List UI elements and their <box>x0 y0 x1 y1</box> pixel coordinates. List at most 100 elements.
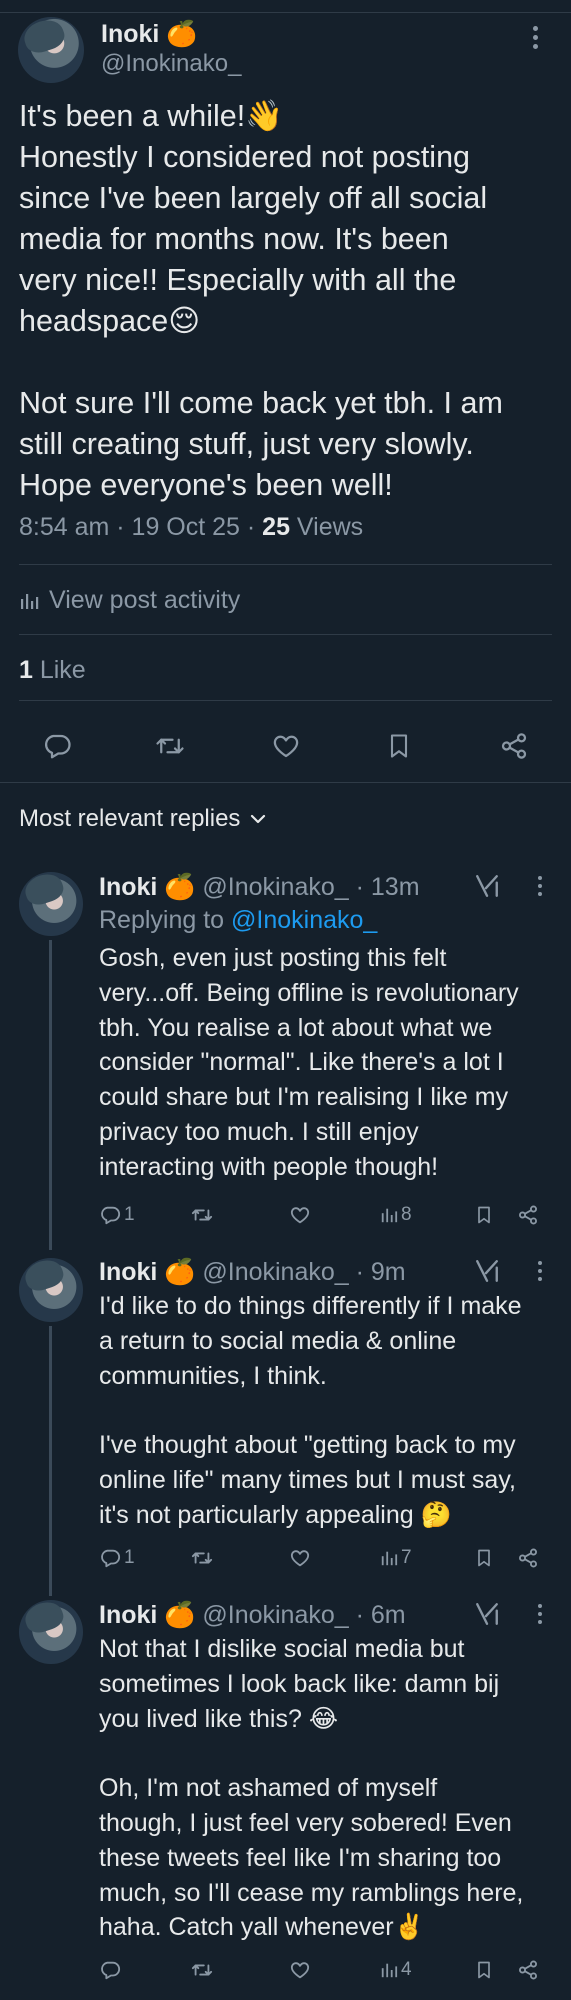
reply-line: communities, I think. <box>99 1361 327 1390</box>
heart-icon[interactable] <box>266 726 306 766</box>
section-divider <box>0 782 571 783</box>
reply-author-handle[interactable]: @Inokinako_ · 13m <box>195 873 419 901</box>
reply-line: haha. Catch yall whenever✌️ <box>99 1913 425 1942</box>
grok-icon[interactable] <box>474 873 502 901</box>
post-line: Honestly I considered not posting <box>19 140 470 174</box>
avatar[interactable] <box>19 872 83 936</box>
avatar[interactable] <box>19 1600 83 1664</box>
reply-header: Inoki 🍊 @Inokinako_ · 6m <box>99 1601 406 1630</box>
speech-bubble-icon <box>99 1204 121 1226</box>
reply-button[interactable]: 1 <box>99 1543 135 1573</box>
bookmark-icon[interactable] <box>379 726 419 766</box>
divider <box>19 564 552 565</box>
view-count: 8 <box>401 1204 412 1225</box>
bar-chart-icon <box>380 1960 398 1980</box>
timestamp-text[interactable]: 8:54 am · 19 Oct 25 · <box>19 513 262 541</box>
replies-sort-dropdown[interactable]: Most relevant replies <box>19 805 266 833</box>
reply-body: I'd like to do things differently if I m… <box>99 1289 559 1533</box>
reply-line: much, so I'll cease my ramblings here, <box>99 1878 524 1907</box>
reply-button[interactable]: 1 <box>99 1200 135 1230</box>
reply-author-name[interactable]: Inoki 🍊 <box>99 873 195 901</box>
reply-line: very...off. Being offline is revolutiona… <box>99 978 519 1007</box>
more-vertical-icon[interactable] <box>536 876 544 904</box>
views-button[interactable]: 8 <box>380 1200 412 1230</box>
sort-label: Most relevant replies <box>19 805 241 832</box>
replying-to-handle-link[interactable]: @Inokinako_ <box>231 906 377 934</box>
reply-author-handle[interactable]: @Inokinako_ · 9m <box>195 1258 405 1286</box>
grok-icon[interactable] <box>474 1258 502 1286</box>
share-icon[interactable] <box>517 1543 539 1573</box>
divider <box>19 700 552 701</box>
share-icon[interactable] <box>494 726 534 766</box>
reply-line: a return to social media & online <box>99 1326 457 1355</box>
views-count: 25 <box>262 513 290 541</box>
reply-line: though, I just feel very sobered! Even <box>99 1808 512 1837</box>
bookmark-icon[interactable] <box>474 1543 494 1573</box>
post-line: very nice!! Especially with all the <box>19 263 457 297</box>
more-vertical-icon[interactable] <box>530 26 540 56</box>
post-line: headspace😌 <box>19 304 201 338</box>
heart-icon[interactable] <box>289 1955 311 1985</box>
reply-body: Gosh, even just posting this felt very..… <box>99 941 559 1185</box>
reply-author-handle[interactable]: @Inokinako_ · 6m <box>195 1601 405 1629</box>
retweet-icon[interactable] <box>190 1200 214 1230</box>
reply-line: tbh. You realise a lot about what we <box>99 1013 493 1042</box>
bookmark-icon[interactable] <box>474 1200 494 1230</box>
retweet-icon[interactable] <box>150 726 190 766</box>
author-handle[interactable]: @Inokinako_ <box>101 50 241 78</box>
post-line: It's been a while!👋 <box>19 99 284 133</box>
views-button[interactable]: 7 <box>380 1543 412 1573</box>
post-line <box>19 342 559 383</box>
heart-icon[interactable] <box>289 1200 311 1230</box>
share-icon[interactable] <box>517 1200 539 1230</box>
post-line: since I've been largely off all social <box>19 181 488 215</box>
top-divider <box>0 12 571 13</box>
view-count: 7 <box>401 1547 412 1568</box>
more-vertical-icon[interactable] <box>536 1604 544 1632</box>
grok-icon[interactable] <box>474 1601 502 1629</box>
bookmark-icon[interactable] <box>474 1955 494 1985</box>
reply-count: 1 <box>124 1547 135 1568</box>
reply-line: consider "normal". Like there's a lot I <box>99 1048 504 1077</box>
post-timestamp: 8:54 am · 19 Oct 25 · 25 Views <box>19 513 363 542</box>
reply-header: Inoki 🍊 @Inokinako_ · 9m <box>99 1258 406 1287</box>
reply-line: you lived like this? 😂 <box>99 1704 339 1733</box>
retweet-icon[interactable] <box>190 1543 214 1573</box>
reply-line <box>99 1736 559 1771</box>
views-button[interactable]: 4 <box>380 1955 412 1985</box>
reply-line: these tweets feel like I'm sharing too <box>99 1843 502 1872</box>
view-count: 4 <box>401 1959 412 1980</box>
reply-line: privacy too much. I still enjoy <box>99 1117 419 1146</box>
post-body: It's been a while!👋 Honestly I considere… <box>19 96 559 506</box>
share-icon[interactable] <box>517 1955 539 1985</box>
more-vertical-icon[interactable] <box>536 1261 544 1289</box>
author-name[interactable]: Inoki 🍊 <box>101 20 197 49</box>
likes-count: 1 <box>19 656 33 684</box>
heart-icon[interactable] <box>289 1543 311 1573</box>
reply-action-bar: 1 8 <box>0 1200 571 1230</box>
speech-bubble-icon <box>99 1547 121 1569</box>
reply-count: 1 <box>124 1204 135 1225</box>
reply-button[interactable] <box>99 1955 124 1985</box>
reply-line <box>99 1393 559 1428</box>
view-post-activity-label: View post activity <box>49 586 241 614</box>
avatar[interactable] <box>18 17 84 83</box>
likes-summary[interactable]: 1 Like <box>19 656 86 685</box>
views-label: Views <box>289 513 364 541</box>
avatar[interactable] <box>19 1258 83 1322</box>
post-line: Not sure I'll come back yet tbh. I am <box>19 386 503 420</box>
post-line: Hope everyone's been well! <box>19 468 393 502</box>
replying-to: Replying to @Inokinako_ <box>99 906 377 935</box>
retweet-icon[interactable] <box>190 1955 214 1985</box>
view-post-activity-link[interactable]: View post activity <box>19 586 240 615</box>
reply-action-bar: 1 7 <box>0 1543 571 1573</box>
bar-chart-icon <box>380 1205 398 1225</box>
likes-label: Like <box>32 656 86 684</box>
reply-author-name[interactable]: Inoki 🍊 <box>99 1601 195 1629</box>
reply-line: sometimes I look back like: damn bij <box>99 1669 500 1698</box>
chevron-down-icon <box>250 813 266 825</box>
speech-bubble-icon[interactable] <box>37 726 77 766</box>
reply-line: could share but I'm realising I like my <box>99 1083 509 1112</box>
reply-author-name[interactable]: Inoki 🍊 <box>99 1258 195 1286</box>
post-line: still creating stuff, just very slowly. <box>19 427 474 461</box>
